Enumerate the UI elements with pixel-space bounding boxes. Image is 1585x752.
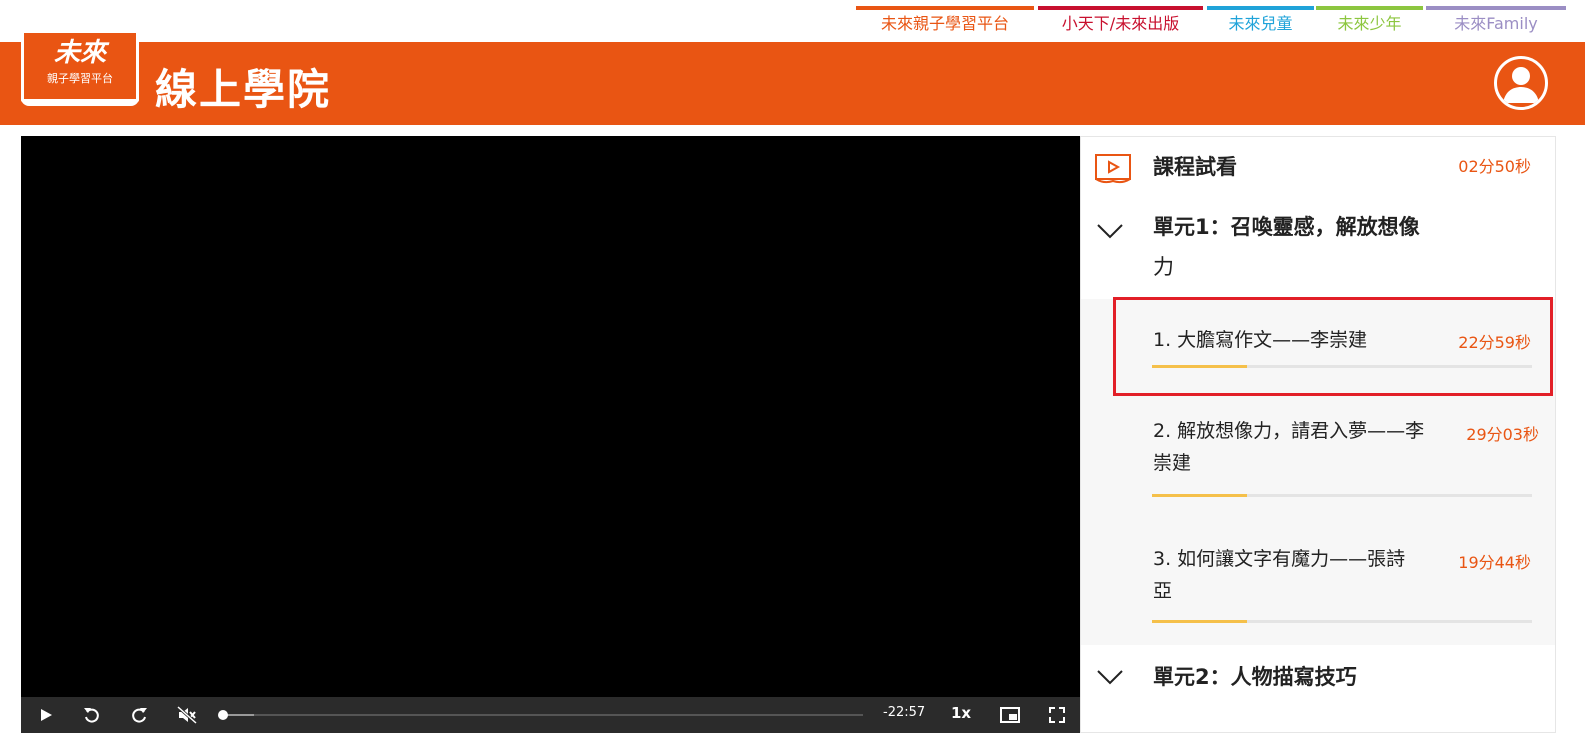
preview-title: 課程試看: [1153, 155, 1237, 179]
logo-subtitle: 親子學習平台: [47, 72, 113, 85]
mute-icon[interactable]: [175, 703, 199, 727]
play-icon[interactable]: [35, 703, 57, 727]
logo-brand-text: 未來: [53, 38, 106, 68]
toplink-publisher[interactable]: 小天下/未來出版: [1038, 6, 1203, 40]
preview-section[interactable]: 課程試看 02分50秒: [1081, 137, 1555, 197]
unit-1-lesson-list: 1. 大膽寫作文——李崇建 22分59秒 2. 解放想像力，請君入夢——李 崇建…: [1081, 299, 1555, 645]
chevron-down-icon[interactable]: [1096, 667, 1124, 687]
lesson-1-duration: 22分59秒: [1458, 333, 1531, 352]
course-outline-panel: 課程試看 02分50秒 單元1：召喚靈感，解放想像 力 1. 大膽寫作文——李崇…: [1080, 136, 1556, 733]
unit-2-header[interactable]: 單元2：人物描寫技巧: [1081, 655, 1555, 715]
toplink-future-kids[interactable]: 未來兒童: [1207, 6, 1314, 40]
lesson-3-duration: 19分44秒: [1458, 553, 1531, 572]
time-remaining: -22:57: [883, 705, 926, 720]
lesson-1-progress-fill: [1152, 365, 1247, 368]
unit-2-title: 單元2：人物描寫技巧: [1153, 665, 1357, 689]
unit-1-title-line2: 力: [1153, 255, 1174, 279]
player-controls-bar: -22:57 1x: [21, 697, 1080, 733]
lesson-3-progress-track: [1152, 620, 1532, 623]
toplink-future-youth[interactable]: 未來少年: [1316, 6, 1423, 40]
lesson-3-progress-fill: [1152, 620, 1247, 623]
lesson-2-duration: 29分03秒: [1466, 425, 1539, 444]
toplink-parenting-platform[interactable]: 未來親子學習平台: [856, 6, 1034, 40]
toplink-future-family[interactable]: 未來Family: [1426, 6, 1566, 40]
playback-speed-button[interactable]: 1x: [951, 704, 971, 722]
preview-duration: 02分50秒: [1458, 157, 1531, 176]
logo-pages-shape: [21, 98, 139, 106]
site-logo[interactable]: 未來 親子學習平台: [21, 30, 139, 114]
fullscreen-icon[interactable]: [1045, 703, 1069, 727]
lesson-1-title: 1. 大膽寫作文——李崇建: [1153, 329, 1368, 351]
video-player[interactable]: -22:57 1x: [21, 136, 1080, 733]
lesson-item-3[interactable]: 3. 如何讓文字有魔力——張詩 亞 19分44秒: [1081, 537, 1555, 647]
lesson-1-progress-track: [1152, 365, 1532, 368]
chevron-down-icon[interactable]: [1096, 221, 1124, 241]
forward-icon[interactable]: [128, 703, 150, 727]
site-title: 線上學院: [155, 65, 332, 114]
rewind-icon[interactable]: [81, 703, 103, 727]
lesson-item-1[interactable]: 1. 大膽寫作文——李崇建 22分59秒: [1081, 299, 1555, 397]
pip-icon[interactable]: [998, 703, 1022, 727]
lesson-3-title-line1: 3. 如何讓文字有魔力——張詩: [1153, 548, 1406, 570]
unit-1-header[interactable]: 單元1：召喚靈感，解放想像 力: [1081, 207, 1555, 297]
video-book-icon: [1094, 151, 1132, 185]
lesson-2-title-line2: 崇建: [1153, 452, 1192, 474]
lesson-2-progress-fill: [1152, 494, 1247, 497]
unit-1-title-line1: 單元1：召喚靈感，解放想像: [1153, 215, 1420, 239]
site-header: 未來 親子學習平台 線上學院: [0, 30, 1585, 125]
user-avatar-icon[interactable]: [1494, 56, 1548, 110]
seek-handle[interactable]: [218, 710, 228, 720]
lesson-item-2[interactable]: 2. 解放想像力，請君入夢——李 崇建 29分03秒: [1081, 409, 1555, 519]
lesson-2-title-line1: 2. 解放想像力，請君入夢——李: [1153, 420, 1425, 442]
lesson-3-title-line2: 亞: [1153, 580, 1173, 602]
lesson-2-progress-track: [1152, 494, 1532, 497]
partner-links-bar: 未來親子學習平台 小天下/未來出版 未來兒童 未來少年 未來Family: [0, 0, 1585, 42]
seek-bar[interactable]: [218, 710, 863, 720]
